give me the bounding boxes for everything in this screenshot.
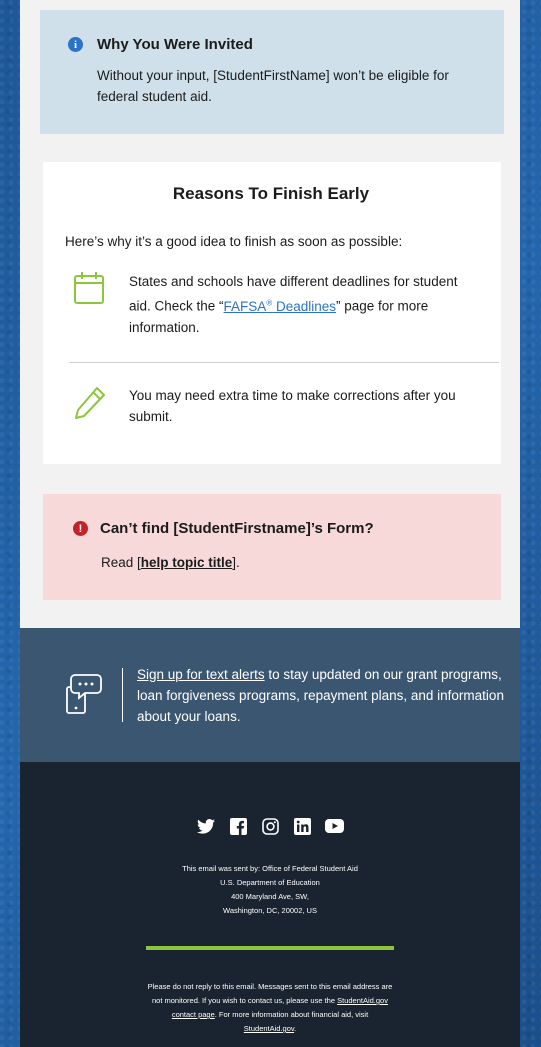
reason-item-corrections: You may need extra time to make correcti… bbox=[65, 385, 477, 427]
studentaid-link[interactable]: StudentAid.gov bbox=[244, 1024, 294, 1033]
instagram-icon[interactable] bbox=[260, 816, 280, 836]
twitter-icon[interactable] bbox=[196, 816, 216, 836]
help-topic-link[interactable]: help topic title bbox=[141, 555, 233, 570]
footer-accent-bar bbox=[146, 946, 394, 950]
invite-body: Without your input, [StudentFirstName] w… bbox=[97, 68, 449, 104]
email-content-area: i Why You Were Invited Without your inpu… bbox=[20, 0, 520, 628]
pencil-icon bbox=[75, 386, 105, 419]
reasons-divider bbox=[69, 361, 499, 363]
error-icon: ! bbox=[73, 521, 88, 536]
reasons-title: Reasons To Finish Early bbox=[172, 184, 370, 203]
alerts-divider bbox=[122, 668, 123, 722]
text-alerts-signup-link[interactable]: Sign up for text alerts bbox=[137, 667, 265, 682]
reason-item-deadlines: States and schools have different deadli… bbox=[65, 271, 477, 338]
sender-info: This email was sent by: Office of Federa… bbox=[182, 864, 358, 915]
cant-find-title: Can’t find [StudentFirstname]’s Form? bbox=[100, 520, 374, 537]
cant-find-body: Read [help topic title]. bbox=[101, 555, 240, 570]
invite-title: Why You Were Invited bbox=[97, 36, 253, 53]
social-links bbox=[20, 816, 520, 836]
calendar-icon bbox=[74, 272, 104, 304]
text-alerts-message: Sign up for text alerts to stay updated … bbox=[137, 666, 504, 724]
fafsa-deadlines-link[interactable]: FAFSA® Deadlines bbox=[224, 298, 336, 314]
reason-corrections-text: You may need extra time to make correcti… bbox=[129, 387, 456, 424]
phone-chat-icon bbox=[66, 673, 102, 714]
email-body: i Why You Were Invited Without your inpu… bbox=[20, 0, 520, 1047]
cant-find-form-notice: ! Can’t find [StudentFirstname]’s Form? … bbox=[43, 494, 501, 600]
email-footer: This email was sent by: Office of Federa… bbox=[20, 762, 520, 1047]
footer-disclaimer: Please do not reply to this email. Messa… bbox=[147, 982, 393, 1033]
invite-notice: i Why You Were Invited Without your inpu… bbox=[40, 10, 504, 134]
reasons-card: Reasons To Finish Early Here’s why it’s … bbox=[43, 162, 501, 464]
facebook-icon[interactable] bbox=[228, 816, 248, 836]
linkedin-icon[interactable] bbox=[292, 816, 312, 836]
youtube-icon[interactable] bbox=[324, 816, 344, 836]
text-alerts-banner: Sign up for text alerts to stay updated … bbox=[20, 628, 520, 762]
info-icon: i bbox=[68, 37, 83, 52]
reasons-intro: Here’s why it’s a good idea to finish as… bbox=[65, 234, 403, 249]
